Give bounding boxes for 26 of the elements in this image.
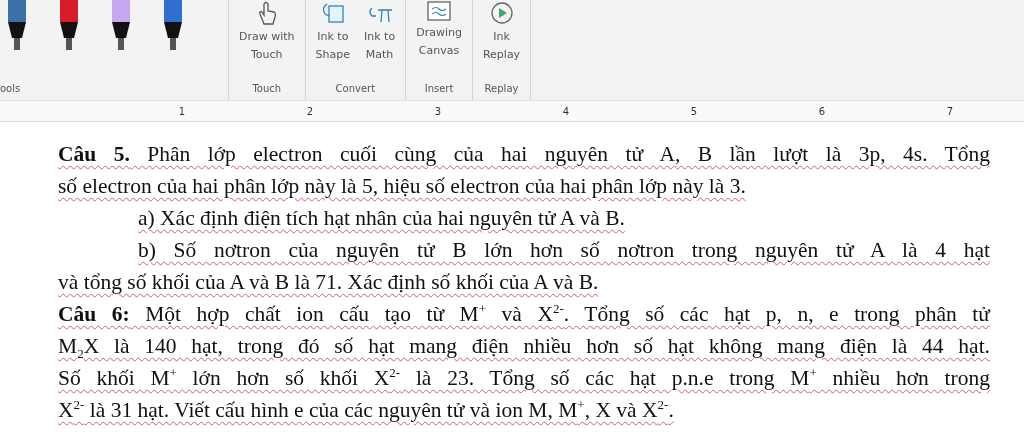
document-text: X$^{2-}$ là 31 hạt. Viết cấu hình e của các nguyên tử và ion M, M$^{+}$, X và X$^{2-}$. [58,395,675,424]
ribbon-button[interactable]: Ink to Math [360,0,400,64]
group-label: Insert [423,83,455,96]
ruler-number: 5 [689,105,697,117]
ribbon-button[interactable]: Ink to Shape [311,0,355,64]
group-label: ools [0,83,22,96]
ribbon-button[interactable]: Draw with Touch [235,0,299,64]
document-text: b) Số nơtron của nguyên tử B lớn hơn số nơtron trong nguyên tử A là 4 hạt [137,237,990,264]
group-label: Replay [483,83,520,96]
ruler-number: 4 [561,105,569,117]
ribbon-button[interactable]: Drawing Canvas [412,0,466,60]
document-text: Số khối M$^{+}$ lớn hơn số khối X$^{2-}$ là 23. Tổng số các hạt p.n.e trong M$^{+}$ nhiều hơn trong [58,363,990,392]
ruler-number: 7 [945,105,953,117]
document-text: M$_{2}$X là 140 hạt, trong đó số hạt mang điện nhiều hơn số hạt không mang điện là 44 hạt. [58,333,990,362]
ruler-number: 6 [817,105,825,117]
document-text: số electron của hai phân lớp này là 5, hiệu số electron của hai phân lớp này là 3. [58,173,747,200]
document-text: Câu 6: Một hợp chất ion cấu tạo từ M$^{+}$ và X$^{2-}$. Tổng số các hạt p, n, e trong phân tử [58,299,990,328]
document-text: a) Xác định điện tích hạt nhân của hai nguyên tử A và B. [137,205,626,232]
ruler-number: 2 [305,105,313,117]
group-label: Convert [334,83,377,96]
group-label: Touch [251,83,283,96]
document-text: Câu 5. Phân lớp electron cuối cùng của hai nguyên tử A, B lần lượt là 3p, 4s. Tổng [58,141,990,168]
document-text: và tổng số khối của A và B là 71. Xác định số khối của A và B. [58,269,600,296]
ribbon-button[interactable]: Ink Replay [478,0,525,64]
ruler-number: 3 [433,105,441,117]
ruler-number: 1 [177,105,185,117]
